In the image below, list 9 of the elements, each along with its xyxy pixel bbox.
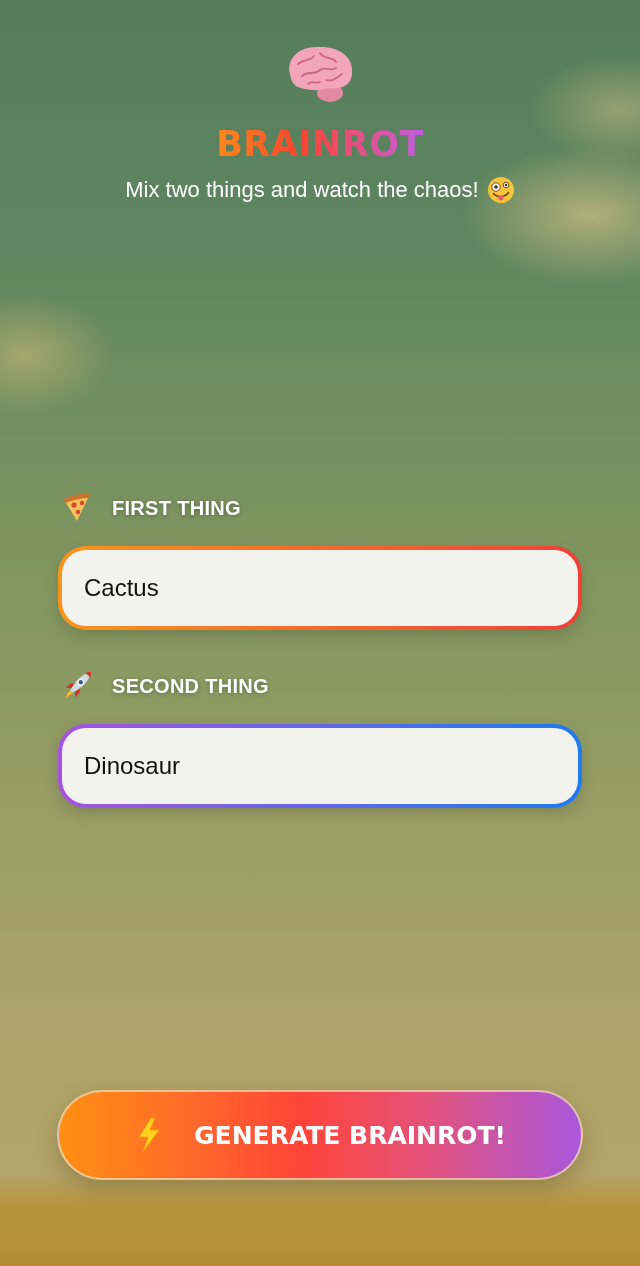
field-label: FIRST THING [112,496,241,520]
subtitle: Mix two things and watch the chaos! [125,176,479,204]
rocket-icon [62,671,92,701]
zany-face-icon [486,176,515,204]
generate-button[interactable]: GENERATE BRAINROT! [57,1090,583,1180]
field-label: SECOND THING [112,674,269,698]
text-input-field[interactable]: Cactus [58,546,582,630]
pizza-slice-icon [62,493,92,523]
text-input-field[interactable]: Dinosaur [58,724,582,808]
